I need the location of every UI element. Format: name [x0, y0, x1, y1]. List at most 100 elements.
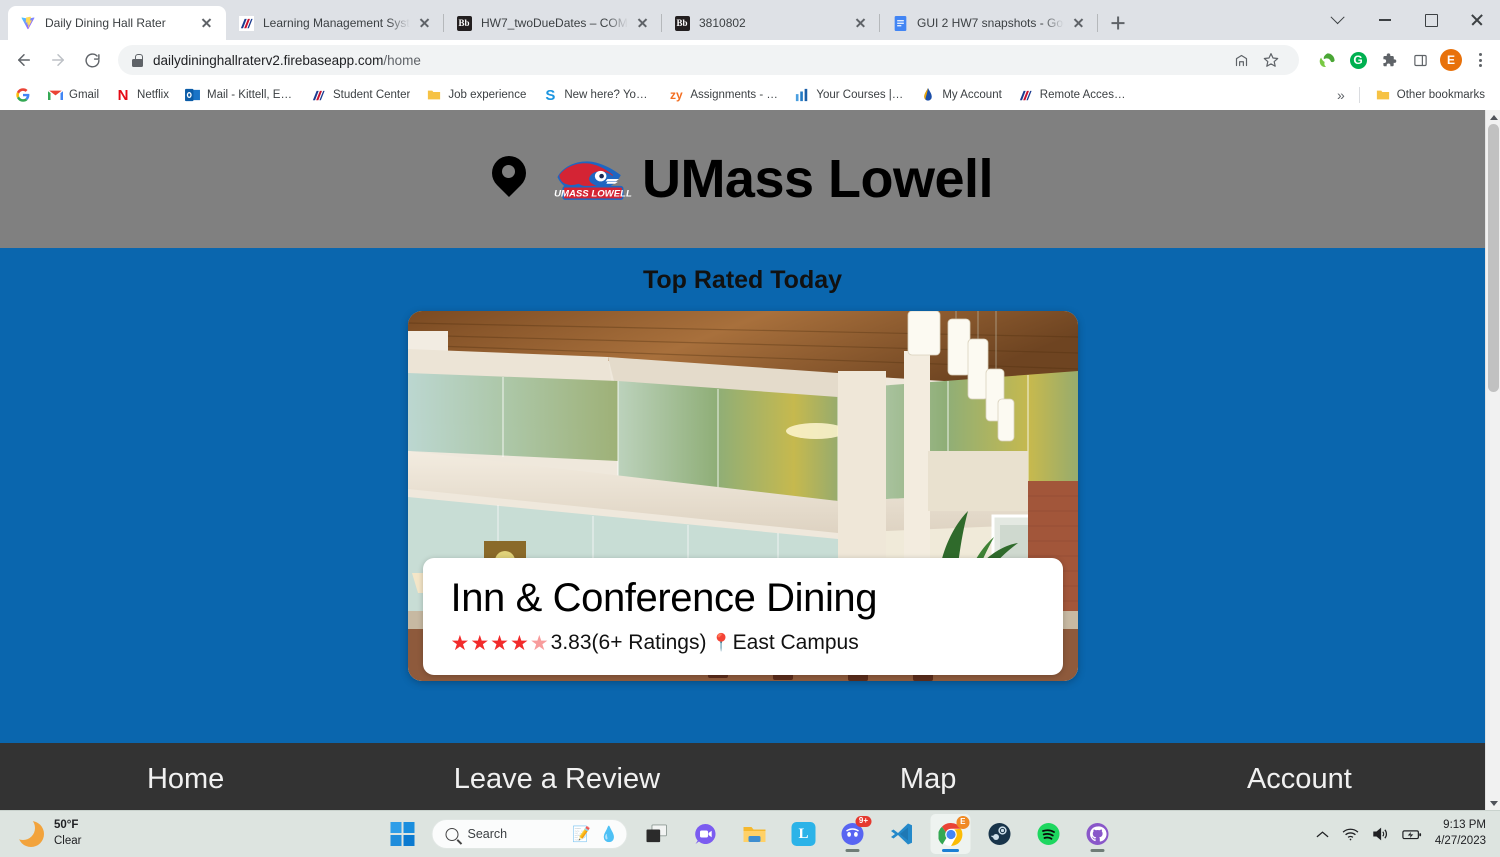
lastpass-icon: L — [791, 822, 816, 846]
weather-temperature: 50°F — [54, 819, 79, 832]
star-icon: ★ — [509, 631, 530, 655]
close-icon[interactable] — [1068, 13, 1088, 33]
other-bookmarks-button[interactable]: Other bookmarks — [1368, 84, 1492, 106]
location-pin-icon — [492, 156, 526, 202]
new-tab-button[interactable] — [1104, 9, 1132, 37]
close-icon[interactable] — [632, 13, 652, 33]
umass-lowell-logo: UMASS LOWELL — [544, 152, 640, 206]
browser-tab[interactable]: Daily Dining Hall Rater — [8, 6, 226, 40]
share-icon[interactable] — [1227, 46, 1255, 74]
dining-hall-card[interactable]: Inn & Conference Dining ★ ★ ★ ★ ★ 3.83 (… — [407, 311, 1078, 681]
extension-g-icon[interactable]: G — [1344, 46, 1372, 74]
grammarly-icon[interactable] — [1313, 46, 1341, 74]
gmail-icon — [47, 87, 63, 103]
uml-icon — [238, 15, 254, 31]
scrollbar-thumb[interactable] — [1488, 124, 1499, 392]
minimize-window-button[interactable] — [1362, 0, 1408, 40]
side-panel-icon[interactable] — [1406, 46, 1434, 74]
chrome-browser-window: Daily Dining Hall Rater Learning Managem… — [0, 0, 1500, 810]
scroll-up-arrow-icon[interactable] — [1486, 110, 1500, 124]
map-pin-icon: 📍 — [710, 633, 732, 652]
start-button[interactable] — [383, 814, 423, 854]
browser-tab[interactable]: Learning Management System / B — [226, 6, 444, 40]
extensions-puzzle-icon[interactable] — [1375, 46, 1403, 74]
taskbar-search-box[interactable]: Search 📝 💧 — [431, 819, 628, 849]
nav-item-leave-a-review[interactable]: Leave a Review — [371, 763, 742, 796]
bookmark-item[interactable]: zy Assignments - CO... — [661, 84, 785, 106]
bookmark-item[interactable]: Gmail — [40, 84, 106, 106]
page-title: UMass Lowell — [641, 149, 994, 209]
windows-taskbar: 50°F Clear Search 📝 💧 L 9+ E 9:13 PM 4/2… — [0, 810, 1500, 857]
wifi-icon[interactable] — [1342, 828, 1359, 841]
nav-item-map[interactable]: Map — [743, 763, 1114, 796]
account-icon — [920, 87, 936, 103]
weather-condition: Clear — [54, 835, 82, 847]
bookmark-label: Your Courses | Grad... — [816, 89, 904, 101]
bookmark-item[interactable]: My Account — [913, 84, 1008, 106]
steam-app-button[interactable] — [980, 814, 1020, 854]
bookmark-item[interactable]: N Netflix — [108, 84, 176, 106]
file-explorer-button[interactable] — [735, 814, 775, 854]
spotify-app-button[interactable] — [1029, 814, 1069, 854]
browser-tab[interactable]: Bb HW7_twoDueDates – COMP 4620 — [444, 6, 662, 40]
nav-item-home[interactable]: Home — [0, 763, 371, 796]
taskbar-clock[interactable]: 9:13 PM 4/27/2023 — [1435, 818, 1486, 849]
svg-text:UMASS LOWELL: UMASS LOWELL — [554, 188, 632, 199]
bookmark-label: Student Center — [332, 89, 411, 101]
folder-icon — [1375, 87, 1391, 103]
dining-hall-meta: ★ ★ ★ ★ ★ 3.83 (6+ Ratings) 📍 East Campu… — [451, 631, 1035, 655]
battery-charging-icon[interactable] — [1402, 828, 1422, 841]
page-scrollbar[interactable] — [1485, 110, 1500, 810]
back-button[interactable] — [8, 44, 40, 76]
zoom-app-button[interactable] — [686, 814, 726, 854]
show-hidden-icons-chevron-up-icon[interactable] — [1316, 830, 1329, 839]
discord-app-button[interactable]: 9+ — [833, 814, 873, 854]
volume-icon[interactable] — [1372, 827, 1389, 841]
maximize-window-button[interactable] — [1408, 0, 1454, 40]
bookmark-item[interactable]: Your Courses | Grad... — [787, 84, 911, 106]
forward-button[interactable] — [42, 44, 74, 76]
close-icon[interactable] — [196, 13, 216, 33]
close-icon[interactable] — [414, 13, 434, 33]
reload-button[interactable] — [76, 44, 108, 76]
browser-tab[interactable]: GUI 2 HW7 snapshots - Google D — [880, 6, 1098, 40]
app-active-indicator — [942, 849, 959, 852]
bookmark-item[interactable]: Mail - Kittell, Ethan... — [178, 84, 302, 106]
extension-icons: G E — [1309, 46, 1492, 74]
close-icon[interactable] — [850, 13, 870, 33]
bookmark-item[interactable]: Remote Access | Ge... — [1011, 84, 1135, 106]
bookmark-item[interactable]: Student Center — [304, 84, 417, 106]
address-bar[interactable]: dailydininghallraterv2.firebaseapp.com/h… — [118, 45, 1299, 75]
browser-tab[interactable]: Bb 3810802 — [662, 6, 880, 40]
task-view-button[interactable] — [637, 814, 677, 854]
bookmark-star-icon[interactable] — [1257, 46, 1285, 74]
weather-text: 50°F Clear — [54, 818, 81, 849]
kebab-menu-icon[interactable] — [1468, 46, 1492, 74]
close-window-button[interactable] — [1454, 0, 1500, 40]
scroll-down-arrow-icon[interactable] — [1486, 796, 1500, 810]
tab-title: HW7_twoDueDates – COMP 4620 — [481, 16, 628, 30]
web-page: UMASS LOWELL UMass Lowell Top Rated Toda… — [0, 110, 1485, 810]
netflix-icon: N — [117, 86, 129, 104]
lastpass-app-button[interactable]: L — [784, 814, 824, 854]
section-title: Top Rated Today — [642, 266, 843, 294]
zybooks-icon: zy — [670, 88, 683, 102]
browser-toolbar: dailydininghallraterv2.firebaseapp.com/h… — [0, 40, 1500, 80]
nav-item-account[interactable]: Account — [1114, 763, 1485, 796]
bookmark-item[interactable] — [8, 84, 38, 106]
bookmark-item[interactable]: S New here? You wan... — [535, 84, 659, 106]
bookmark-label: My Account — [942, 89, 1002, 101]
bookmark-label: Assignments - CO... — [690, 89, 778, 101]
chrome-app-button[interactable]: E — [930, 814, 971, 854]
tab-search-chevron-down-icon[interactable] — [1316, 0, 1362, 40]
bookmarks-overflow-button[interactable]: » — [1331, 87, 1351, 103]
taskbar-weather-widget[interactable]: 50°F Clear — [0, 816, 81, 849]
tab-strip: Daily Dining Hall Rater Learning Managem… — [0, 0, 1500, 40]
github-app-button[interactable] — [1078, 814, 1118, 854]
vscode-app-button[interactable] — [882, 814, 922, 854]
profile-avatar[interactable]: E — [1437, 46, 1465, 74]
clock-date: 4/27/2023 — [1434, 835, 1486, 847]
bookmark-item[interactable]: Job experience — [419, 84, 533, 106]
outlook-icon — [185, 87, 201, 103]
app-running-indicator — [845, 849, 860, 852]
